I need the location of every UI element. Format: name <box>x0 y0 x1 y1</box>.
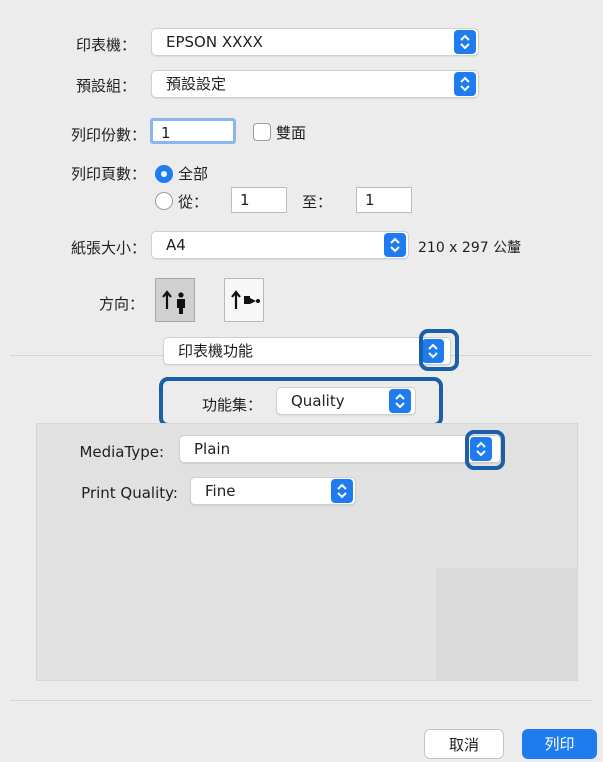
media-type-value: Plain <box>194 440 231 458</box>
footer-divider <box>10 700 593 701</box>
pages-from-label: 從： <box>178 193 209 211</box>
two-sided-label: 雙面 <box>276 124 307 142</box>
pages-label: 列印頁數： <box>70 165 146 183</box>
feature-set-label: 功能集： <box>201 396 262 414</box>
panel-select-popup[interactable]: 印表機功能 <box>163 337 451 365</box>
media-type-popup[interactable]: Plain <box>179 435 501 463</box>
print-quality-value: Fine <box>205 482 236 500</box>
media-type-callout <box>465 430 505 470</box>
presets-label: 預設組： <box>75 77 136 95</box>
copies-field[interactable]: 1 <box>150 118 236 144</box>
panel-select-callout <box>419 329 459 371</box>
paper-size-label: 紙張大小： <box>70 239 146 257</box>
pages-to-label: 至： <box>302 193 333 211</box>
pages-to-field[interactable]: 1 <box>356 187 412 213</box>
pages-all-radio[interactable] <box>155 165 173 183</box>
pages-all-label: 全部 <box>178 165 209 183</box>
feature-set-popup[interactable]: Quality <box>276 387 416 415</box>
orientation-label: 方向： <box>98 295 144 313</box>
chevron-updown-icon <box>389 389 411 413</box>
cancel-button[interactable]: 取消 <box>424 729 504 759</box>
print-button[interactable]: 列印 <box>522 729 597 759</box>
chevron-updown-icon <box>454 30 476 54</box>
pages-range-radio[interactable] <box>155 192 173 210</box>
printer-popup[interactable]: EPSON XXXX <box>151 28 479 56</box>
panel-select-value: 印表機功能 <box>178 342 254 360</box>
paper-dimensions: 210 x 297 公釐 <box>418 240 522 256</box>
paper-size-value: A4 <box>166 236 186 254</box>
portrait-orientation-button[interactable] <box>155 278 195 322</box>
media-type-label: MediaType: <box>79 443 164 461</box>
printer-value: EPSON XXXX <box>166 33 263 51</box>
feature-set-value: Quality <box>291 392 345 410</box>
chevron-updown-icon <box>454 72 476 96</box>
presets-popup[interactable]: 預設設定 <box>151 70 479 98</box>
copies-label: 列印份數： <box>70 126 146 144</box>
presets-value: 預設設定 <box>166 75 227 93</box>
print-quality-label: Print Quality: <box>81 484 178 502</box>
chevron-updown-icon <box>384 233 406 257</box>
pages-from-field[interactable]: 1 <box>231 187 287 213</box>
panel-shadow-area <box>436 568 578 680</box>
landscape-orientation-icon <box>231 290 260 309</box>
portrait-orientation-icon <box>162 290 185 314</box>
chevron-updown-icon <box>331 479 353 503</box>
print-quality-popup[interactable]: Fine <box>190 477 356 505</box>
printer-label: 印表機： <box>75 36 136 54</box>
landscape-orientation-button[interactable] <box>224 278 264 322</box>
paper-size-popup[interactable]: A4 <box>151 231 409 259</box>
two-sided-checkbox[interactable] <box>253 123 271 141</box>
